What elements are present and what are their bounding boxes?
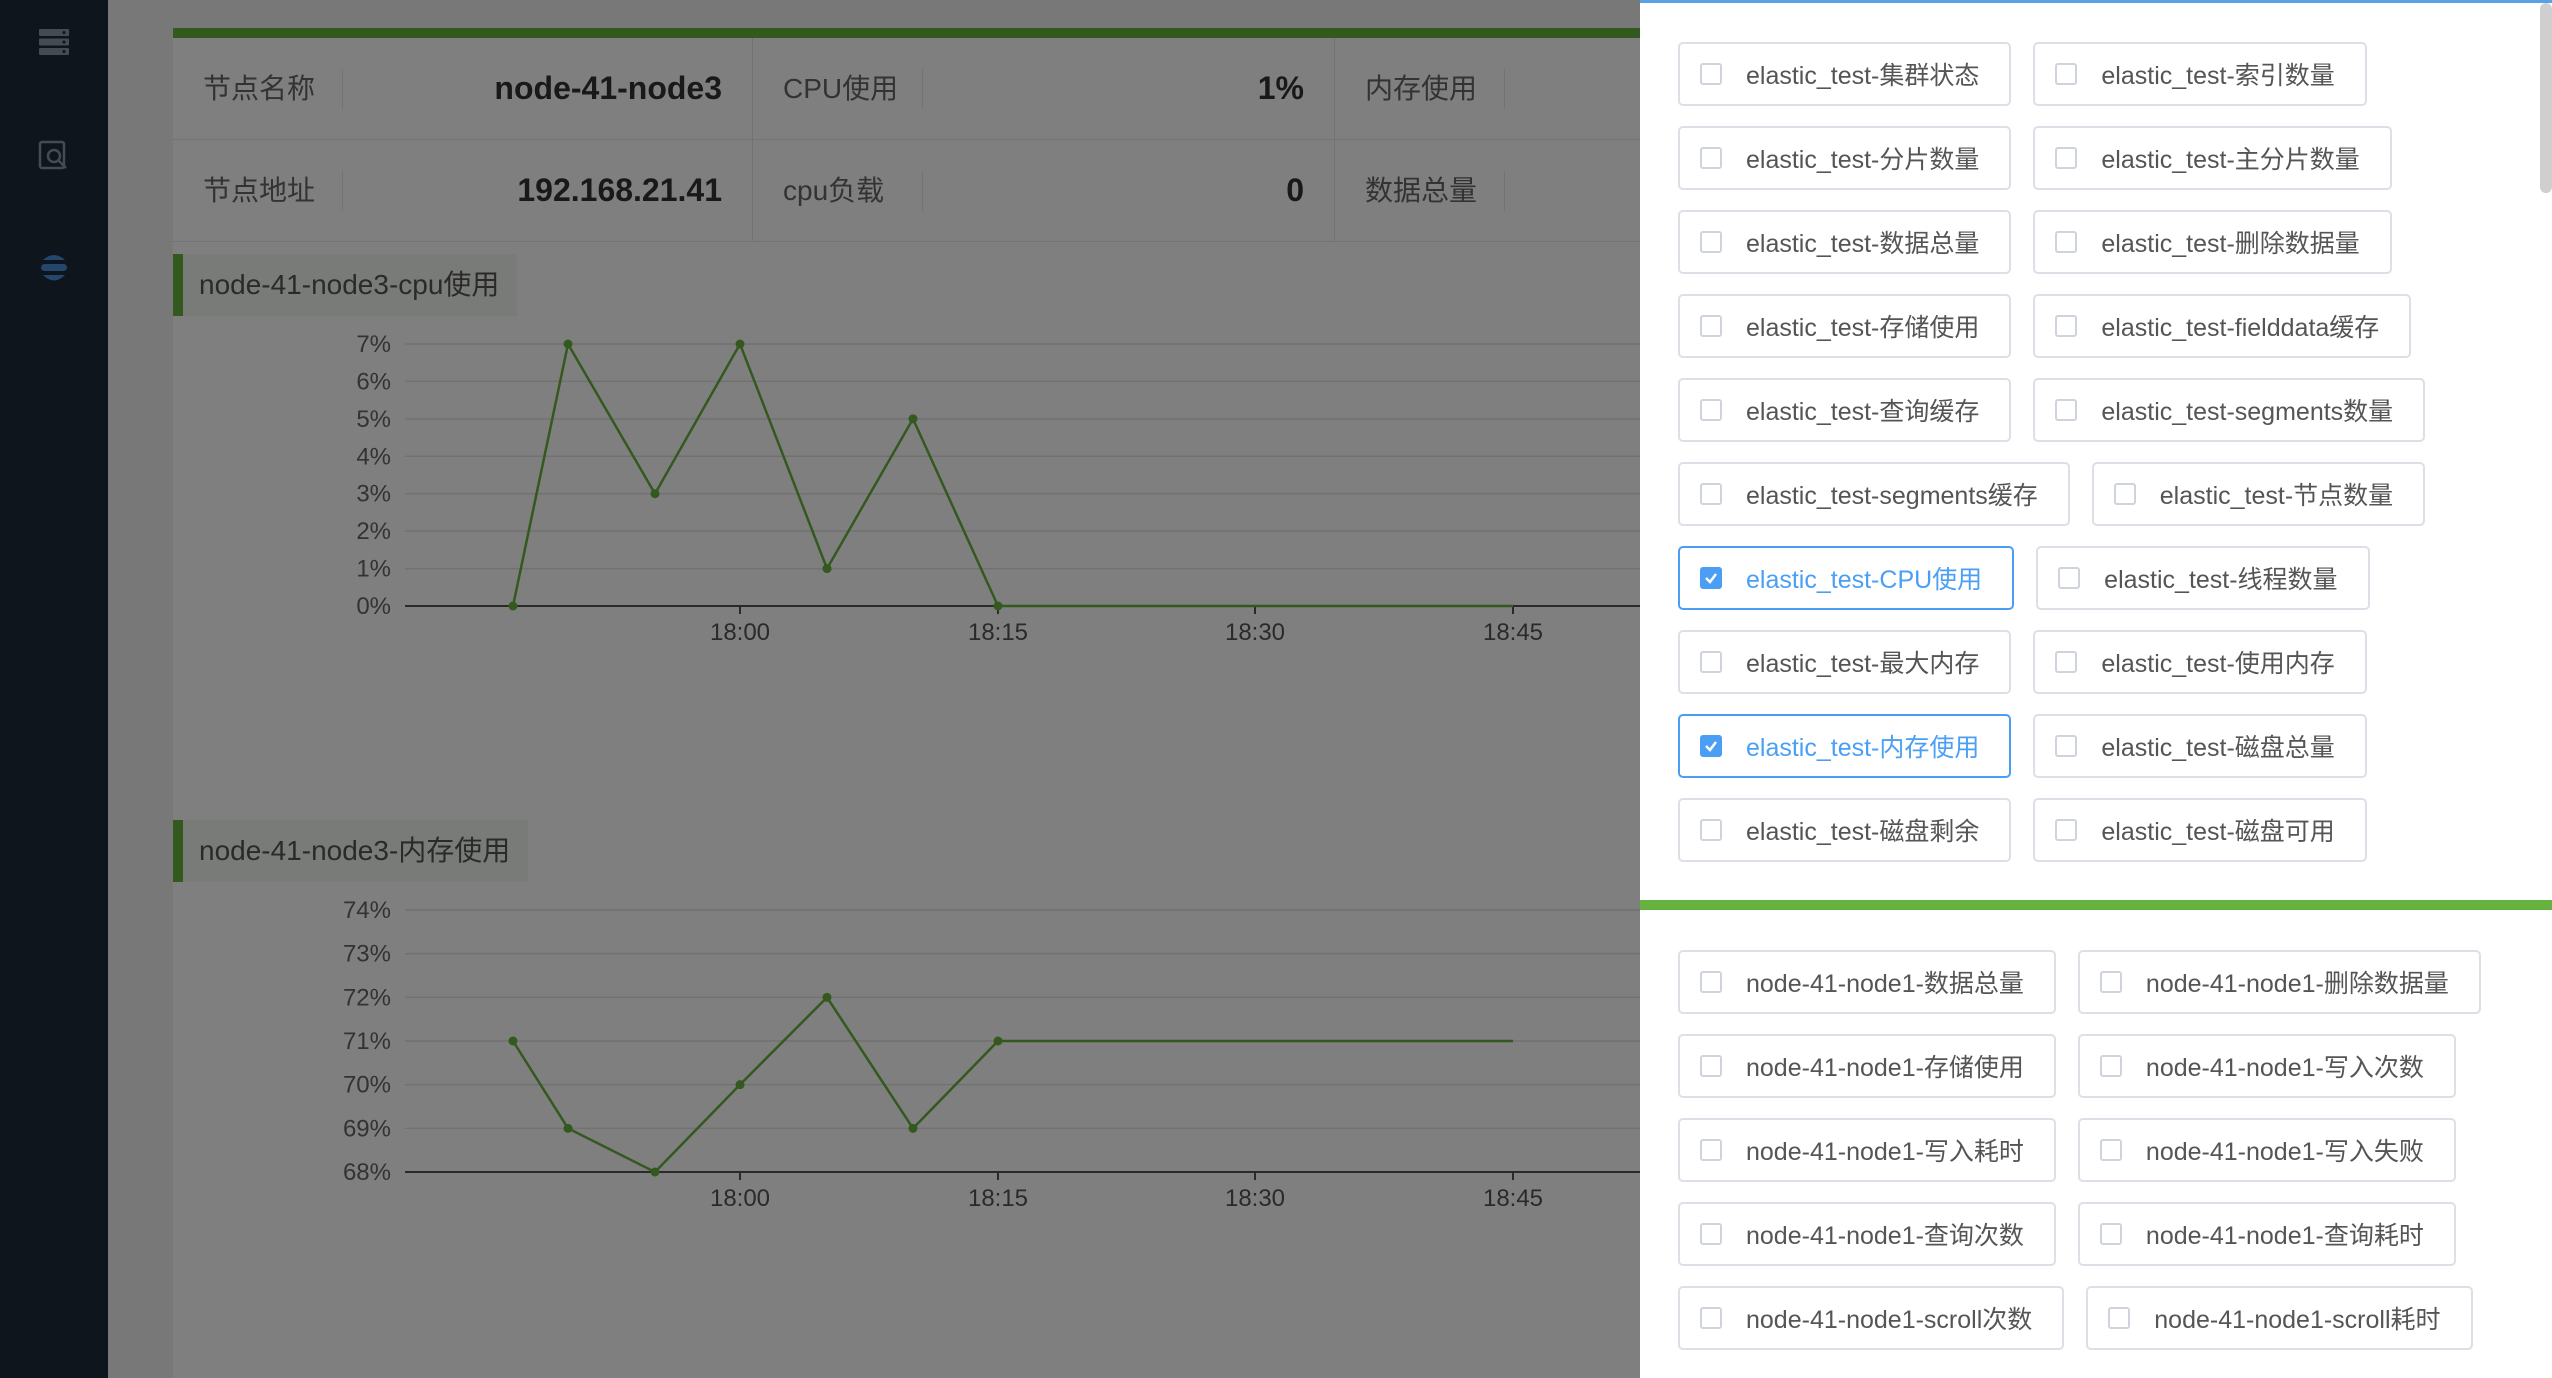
metric-checkbox[interactable]: node-41-node1-scroll耗时 [2086, 1286, 2473, 1350]
metric-checkbox[interactable]: elastic_test-磁盘剩余 [1678, 798, 2012, 862]
unchecked-box-icon[interactable] [1700, 651, 1722, 673]
unchecked-box-icon[interactable] [2108, 1307, 2131, 1329]
metric-checkbox-label: elastic_test-磁盘总量 [2101, 734, 2335, 762]
metric-checkbox-label: node-41-node1-写入次数 [2145, 1054, 2424, 1082]
unchecked-box-icon[interactable] [1700, 483, 1722, 505]
metric-checkbox-label: elastic_test-线程数量 [2104, 566, 2338, 594]
metric-checkbox-label: elastic_test-CPU使用 [1746, 566, 1983, 594]
unchecked-box-icon[interactable] [2055, 819, 2078, 841]
unchecked-box-icon[interactable] [2113, 483, 2136, 505]
unchecked-box-icon[interactable] [1700, 1055, 1722, 1077]
metric-checkbox[interactable]: elastic_test-存储使用 [1678, 294, 2012, 358]
metric-checkbox-label: node-41-node1-查询次数 [1746, 1222, 2024, 1250]
metric-checkbox[interactable]: elastic_test-查询缓存 [1678, 378, 2012, 442]
metric-checkbox[interactable]: elastic_test-内存使用 [1678, 714, 2012, 778]
metric-checkbox[interactable]: elastic_test-索引数量 [2033, 42, 2367, 106]
metric-checkbox[interactable]: elastic_test-磁盘总量 [2033, 714, 2367, 778]
metric-checkbox-label: node-41-node1-删除数据量 [2145, 970, 2449, 998]
metric-checkbox-label: node-41-node1-写入失败 [2145, 1138, 2424, 1166]
metric-checkbox-label: node-41-node1-数据总量 [1746, 970, 2024, 998]
metric-checkbox[interactable]: elastic_test-磁盘可用 [2033, 798, 2367, 862]
metric-checkbox[interactable]: elastic_test-线程数量 [2036, 546, 2370, 610]
metric-checkbox-label: elastic_test-磁盘剩余 [1746, 818, 1980, 846]
metric-checkbox-label: elastic_test-节点数量 [2159, 482, 2394, 510]
unchecked-box-icon[interactable] [2055, 63, 2078, 85]
metric-checkbox[interactable]: elastic_test-集群状态 [1678, 42, 2012, 106]
unchecked-box-icon[interactable] [1700, 315, 1722, 337]
metric-checkbox[interactable]: elastic_test-使用内存 [2033, 630, 2367, 694]
unchecked-box-icon[interactable] [1700, 399, 1722, 421]
metric-checkbox-label: elastic_test-segments缓存 [1746, 482, 2038, 510]
metric-checkbox[interactable]: elastic_test-删除数据量 [2033, 210, 2392, 274]
unchecked-box-icon[interactable] [1700, 63, 1722, 85]
unchecked-box-icon[interactable] [2055, 231, 2078, 253]
unchecked-box-icon[interactable] [2055, 315, 2078, 337]
metric-checkbox-label: elastic_test-删除数据量 [2101, 230, 2360, 258]
unchecked-box-icon[interactable] [2055, 399, 2078, 421]
unchecked-box-icon[interactable] [2099, 1223, 2122, 1245]
metric-checkbox[interactable]: node-41-node1-查询次数 [1678, 1202, 2056, 1266]
unchecked-box-icon[interactable] [1700, 819, 1722, 841]
metric-checkbox[interactable]: node-41-node1-写入失败 [2077, 1118, 2456, 1182]
metric-checkbox-label: elastic_test-segments数量 [2101, 398, 2394, 426]
checked-box-icon[interactable] [1700, 735, 1722, 757]
metric-checkbox[interactable]: node-41-node1-删除数据量 [2077, 950, 2481, 1014]
metric-checkbox[interactable]: elastic_test-主分片数量 [2033, 126, 2392, 190]
metric-checkbox-label: elastic_test-fielddata缓存 [2101, 314, 2380, 342]
metric-checkbox[interactable]: elastic_test-分片数量 [1678, 126, 2012, 190]
drawer-scrollbar[interactable] [2540, 3, 2552, 193]
metric-checkbox-label: elastic_test-主分片数量 [2101, 146, 2360, 174]
unchecked-box-icon[interactable] [1700, 147, 1722, 169]
metric-checkbox-label: elastic_test-存储使用 [1746, 314, 1980, 342]
metric-checkbox[interactable]: elastic_test-最大内存 [1678, 630, 2012, 694]
metrics-selector-drawer: elastic_test-集群状态 elastic_test-索引数量elasti… [1640, 0, 2552, 1378]
unchecked-box-icon[interactable] [1700, 231, 1722, 253]
metric-checkbox-label: elastic_test-集群状态 [1746, 62, 1980, 90]
metric-checkbox-label: elastic_test-索引数量 [2101, 62, 2335, 90]
metric-checkbox-label: elastic_test-使用内存 [2101, 650, 2335, 678]
unchecked-box-icon[interactable] [1700, 1223, 1722, 1245]
metric-checkbox-label: elastic_test-分片数量 [1746, 146, 1980, 174]
metric-checkbox[interactable]: elastic_test-segments数量 [2033, 378, 2426, 442]
metric-checkbox-label: node-41-node1-存储使用 [1746, 1054, 2024, 1082]
unchecked-box-icon[interactable] [2099, 1055, 2122, 1077]
unchecked-box-icon[interactable] [2055, 651, 2078, 673]
metric-checkbox[interactable]: elastic_test-节点数量 [2091, 462, 2426, 526]
metric-checkbox[interactable]: node-41-node1-写入耗时 [1678, 1118, 2056, 1182]
metric-checkbox-label: node-41-node1-scroll次数 [1746, 1306, 2033, 1334]
metric-checkbox-label: node-41-node1-scroll耗时 [2154, 1306, 2441, 1334]
metric-checkbox[interactable]: elastic_test-CPU使用 [1678, 546, 2015, 610]
unchecked-box-icon[interactable] [1700, 1139, 1722, 1161]
metric-checkbox-label: elastic_test-磁盘可用 [2101, 818, 2335, 846]
unchecked-box-icon[interactable] [2099, 971, 2122, 993]
metric-checkbox-label: elastic_test-数据总量 [1746, 230, 1980, 258]
unchecked-box-icon[interactable] [2058, 567, 2081, 589]
metric-checkbox-label: elastic_test-最大内存 [1746, 650, 1980, 678]
metric-checkbox-label: elastic_test-内存使用 [1746, 734, 1980, 762]
unchecked-box-icon[interactable] [2055, 147, 2078, 169]
metric-checkbox[interactable]: node-41-node1-scroll次数 [1678, 1286, 2065, 1350]
metric-checkbox-label: node-41-node1-写入耗时 [1746, 1138, 2024, 1166]
metric-checkbox[interactable]: elastic_test-数据总量 [1678, 210, 2012, 274]
metric-checkbox[interactable]: node-41-node1-写入次数 [2077, 1034, 2456, 1098]
metric-checkbox[interactable]: elastic_test-segments缓存 [1678, 462, 2070, 526]
checked-box-icon[interactable] [1700, 567, 1722, 589]
section-divider [1640, 900, 2552, 910]
metric-checkbox-label: node-41-node1-查询耗时 [2145, 1222, 2424, 1250]
unchecked-box-icon[interactable] [2099, 1139, 2122, 1161]
unchecked-box-icon[interactable] [2055, 735, 2078, 757]
metric-checkbox[interactable]: node-41-node1-查询耗时 [2077, 1202, 2456, 1266]
metric-checkbox[interactable]: node-41-node1-数据总量 [1678, 950, 2056, 1014]
unchecked-box-icon[interactable] [1700, 971, 1722, 993]
metric-checkbox[interactable]: node-41-node1-存储使用 [1678, 1034, 2056, 1098]
unchecked-box-icon[interactable] [1700, 1307, 1722, 1329]
metric-checkbox-label: elastic_test-查询缓存 [1746, 398, 1980, 426]
metric-checkbox[interactable]: elastic_test-fielddata缓存 [2033, 294, 2412, 358]
